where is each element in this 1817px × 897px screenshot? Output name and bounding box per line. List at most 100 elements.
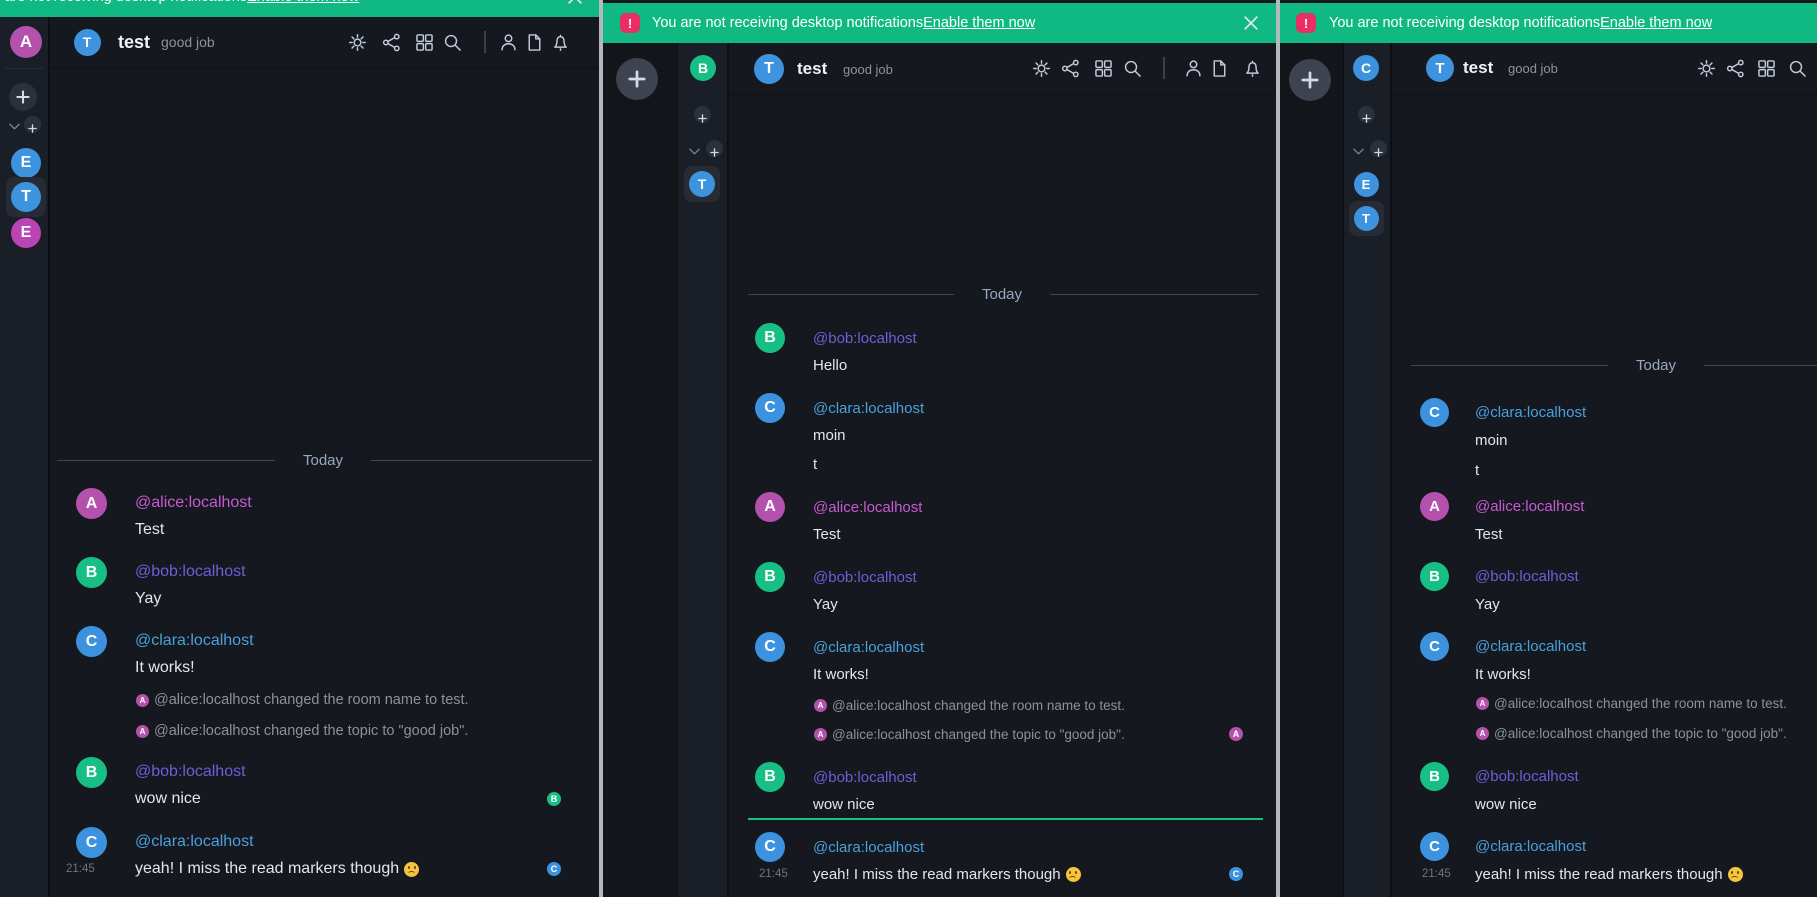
members-icon[interactable] [1183,58,1204,79]
add-room-button[interactable] [9,83,37,111]
message-avatar[interactable]: B [1420,762,1449,791]
settings-icon[interactable] [347,32,368,53]
sidebar-room-item[interactable]: T [11,182,41,212]
add-space-button[interactable] [616,58,658,100]
message-avatar[interactable]: B [755,323,785,353]
message-sender[interactable]: @bob:localhost [135,762,246,782]
message-sender[interactable]: @clara:localhost [1475,836,1586,856]
message-avatar[interactable]: C [76,827,107,858]
sidebar-room-item[interactable]: T [1354,206,1379,231]
search-icon[interactable] [1787,58,1808,79]
notifications-icon[interactable] [1242,58,1263,79]
message-sender[interactable]: @clara:localhost [1475,636,1586,656]
message-sender[interactable]: @clara:localhost [813,637,924,657]
message-sender[interactable]: @bob:localhost [813,767,917,787]
message-sender[interactable]: @clara:localhost [1475,402,1586,422]
chevron-down-icon[interactable] [8,120,21,133]
search-icon[interactable] [442,32,463,53]
message-sender[interactable]: @clara:localhost [135,832,254,852]
message-avatar[interactable]: B [76,557,107,588]
message-avatar[interactable]: C [1420,398,1449,427]
window-alice: Ttestgood jobYou are not receiving deskt… [0,0,600,897]
share-icon[interactable] [1725,58,1746,79]
message-avatar[interactable]: C [755,393,785,423]
files-icon[interactable] [524,32,545,53]
add-room-button[interactable] [706,140,723,157]
banner-enable-link[interactable]: Enable them now [1600,15,1712,31]
message-sender[interactable]: @alice:localhost [1475,496,1584,516]
read-receipt: B [547,792,561,806]
share-icon[interactable] [1060,58,1081,79]
read-receipt: C [547,862,561,876]
close-icon[interactable] [566,0,584,6]
notifications-icon[interactable] [550,32,571,53]
banner-text: You are not receiving desktop notificati… [0,0,359,17]
message-sender[interactable]: @bob:localhost [1475,566,1579,586]
add-room-button[interactable] [24,116,41,133]
message-sender[interactable]: @clara:localhost [813,398,924,418]
message-avatar[interactable]: B [1420,562,1449,591]
share-icon[interactable] [381,32,402,53]
plus-icon [698,110,707,119]
avatar-letter: C [764,638,776,656]
message-sender[interactable]: @bob:localhost [813,328,917,348]
avatar-letter: B [764,329,776,347]
add-room-button[interactable] [1358,106,1375,123]
sidebar-room-item[interactable]: E [11,148,41,178]
message-sender[interactable]: @clara:localhost [813,837,924,857]
sidebar-room-item[interactable]: E [1354,172,1379,197]
add-space-button[interactable] [1289,59,1331,101]
message-text: t [813,455,817,473]
message-sender[interactable]: @bob:localhost [135,562,246,582]
chevron-down-icon[interactable] [688,145,701,158]
message-avatar[interactable]: B [755,562,785,592]
message-avatar[interactable]: B [755,762,785,792]
settings-icon[interactable] [1031,58,1052,79]
message-avatar[interactable]: A [76,488,107,519]
banner-enable-link[interactable]: Enable them now [247,0,359,5]
sidebar-room-item[interactable]: T [689,171,715,197]
room-avatar: T [1426,54,1454,82]
add-room-button[interactable] [694,106,711,123]
message-sender[interactable]: @alice:localhost [813,497,922,517]
account-avatar[interactable]: B [690,55,716,81]
message-sender[interactable]: @alice:localhost [135,493,252,513]
banner-message: You are not receiving desktop notificati… [1329,15,1600,31]
sidebar-room-item[interactable]: E [11,218,41,248]
account-avatar[interactable]: C [1353,55,1379,81]
settings-icon[interactable] [1696,58,1717,79]
grid-icon[interactable] [414,32,435,53]
avatar-letter: B [764,568,776,586]
close-icon[interactable] [1242,14,1260,32]
banner-enable-link[interactable]: Enable them now [923,15,1035,31]
members-icon[interactable] [498,32,519,53]
files-icon[interactable] [1209,58,1230,79]
state-event-badge: A [814,699,827,712]
header-border [1392,94,1817,95]
message-avatar[interactable]: C [1420,832,1449,861]
read-marker-line [748,818,1263,820]
notification-banner: !You are not receiving desktop notificat… [1280,3,1817,43]
message-avatar[interactable]: A [1420,492,1449,521]
message-avatar[interactable]: C [1420,632,1449,661]
plus-icon [1301,71,1319,89]
state-event-text: @alice:localhost changed the room name t… [832,696,1125,714]
grid-icon[interactable] [1093,58,1114,79]
message-avatar[interactable]: B [76,757,107,788]
search-icon[interactable] [1122,58,1143,79]
banner-text: You are not receiving desktop notificati… [1329,3,1712,43]
grid-icon[interactable] [1756,58,1777,79]
message-sender[interactable]: @clara:localhost [135,631,254,651]
account-avatar[interactable]: A [10,26,42,58]
message-sender[interactable]: @bob:localhost [813,567,917,587]
message-sender[interactable]: @bob:localhost [1475,766,1579,786]
message-avatar[interactable]: C [76,626,107,657]
date-divider-label: Today [1616,355,1696,375]
avatar-letter: B [1429,568,1440,585]
add-room-button[interactable] [1370,140,1387,157]
avatar-letter: A [1480,729,1486,738]
chevron-down-icon[interactable] [1352,145,1365,158]
message-avatar[interactable]: C [755,832,785,862]
message-avatar[interactable]: C [755,632,785,662]
message-avatar[interactable]: A [755,492,785,522]
